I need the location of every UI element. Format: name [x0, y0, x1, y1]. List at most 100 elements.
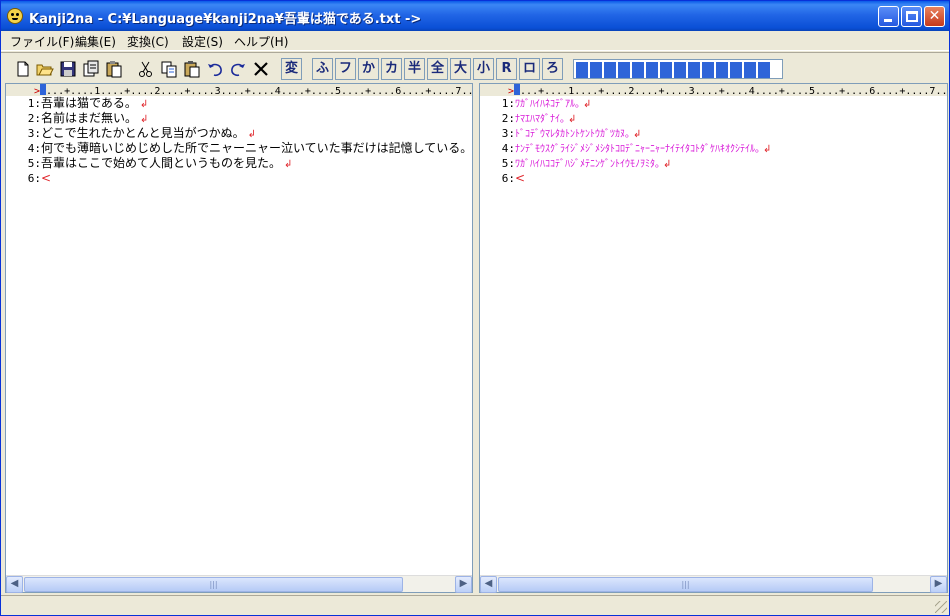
roman-hiragana-button[interactable]: ろ [542, 58, 563, 80]
scroll-right-button[interactable]: ▶ [455, 576, 472, 593]
undo-icon[interactable] [204, 58, 226, 80]
text-line[interactable]: 1:ﾜｶﾞﾊｲﾊﾈｺﾃﾞｱﾙ｡ ↲ [480, 96, 947, 111]
copy-file-icon[interactable] [80, 58, 102, 80]
menu-edit[interactable]: 編集(E) [75, 33, 116, 50]
progress-segment [660, 62, 672, 78]
app-window: Kanji2na - C:¥Language¥kanji2na¥吾輩は猫である.… [0, 0, 950, 616]
scroll-thumb[interactable]: ||| [24, 577, 403, 592]
toolbar: 変 ふ フ か カ 半 全 大 小 R ロ ろ [1, 52, 949, 82]
line-number: 4: [27, 142, 41, 155]
line-number: 6: [501, 172, 515, 185]
scroll-left-button[interactable]: ◀ [480, 576, 497, 593]
new-file-icon[interactable] [12, 58, 34, 80]
uppercase-button[interactable]: 大 [450, 58, 471, 80]
window-title: Kanji2na - C:¥Language¥kanji2na¥吾輩は猫である.… [29, 12, 422, 27]
title-bar[interactable]: Kanji2na - C:¥Language¥kanji2na¥吾輩は猫である.… [1, 1, 949, 31]
line-number: 3: [501, 127, 515, 140]
scroll-left-button[interactable]: ◀ [6, 576, 23, 593]
line-break-mark: ↲ [763, 144, 772, 155]
copy-icon[interactable] [158, 58, 180, 80]
text-line[interactable]: 5:ﾜｶﾞﾊｲﾊｺｺﾃﾞﾊｼﾞﾒﾃﾆﾝｹﾞﾝﾄｲｳﾓﾉｦﾐﾀ｡ ↲ [480, 156, 947, 171]
progress-segment [744, 62, 756, 78]
line-number: 1: [27, 97, 41, 110]
progress-segment [674, 62, 686, 78]
cut-icon[interactable] [135, 58, 157, 80]
minimize-button[interactable] [878, 6, 899, 27]
line-break-mark: ↲ [140, 114, 149, 125]
line-text: ﾜｶﾞﾊｲﾊﾈｺﾃﾞｱﾙ｡ [515, 99, 580, 110]
paste-file-icon[interactable] [103, 58, 125, 80]
app-smiley-icon[interactable] [7, 8, 23, 24]
text-line[interactable]: 3:どこで生れたかとんと見当がつかぬ。 ↲ [6, 126, 472, 141]
convert-button[interactable]: 変 [281, 58, 302, 80]
text-line[interactable]: 6:< [480, 171, 947, 186]
line-text: 名前はまだ無い。 [41, 111, 138, 125]
line-text: ﾅﾝﾃﾞﾓｳｽｸﾞﾗｲｼﾞﾒｼﾞﾒｼﾀﾄｺﾛﾃﾞﾆｬｰﾆｬｰﾅｲﾃｲﾀｺﾄﾀﾞｹ… [515, 144, 760, 155]
redo-icon[interactable] [227, 58, 249, 80]
text-line[interactable]: 1:吾輩は猫である。 ↲ [6, 96, 472, 111]
line-text: 吾輩はここで始めて人間というものを見た。 [41, 156, 282, 170]
delete-icon[interactable] [250, 58, 272, 80]
maximize-button[interactable] [901, 6, 922, 27]
text-line[interactable]: 2:ﾅﾏｴﾊﾏﾀﾞﾅｲ｡ ↲ [480, 111, 947, 126]
column-ruler: > ...+....1....+....2....+....3....+....4… [6, 84, 472, 96]
line-break-mark: ↲ [663, 159, 672, 170]
maximize-icon [906, 11, 918, 22]
line-text: ﾄﾞｺﾃﾞｳﾏﾚﾀｶﾄﾝﾄｹﾝﾄｳｶﾞﾂｶﾇ｡ [515, 129, 630, 140]
save-icon[interactable] [57, 58, 79, 80]
output-lines[interactable]: 1:ﾜｶﾞﾊｲﾊﾈｺﾃﾞｱﾙ｡ ↲ 2:ﾅﾏｴﾊﾏﾀﾞﾅｲ｡ ↲ 3:ﾄﾞｺﾃﾞｳﾏﾚﾀ… [480, 96, 947, 186]
hiragana-button[interactable]: ふ [312, 58, 333, 80]
line-break-mark: ↲ [633, 129, 642, 140]
source-lines[interactable]: 1:吾輩は猫である。 ↲ 2:名前はまだ無い。 ↲ 3:どこで生れたかとんと見当がつかぬ… [6, 96, 472, 186]
text-line[interactable]: 6:< [6, 171, 472, 186]
roman-katakana-button[interactable]: ロ [519, 58, 540, 80]
ruler-scale: ...+....1....+....2....+....3....+....4.… [46, 86, 472, 96]
romaji-button[interactable]: R [496, 58, 517, 80]
line-break-mark: ↲ [284, 159, 293, 170]
hiragana-small-button[interactable]: か [358, 58, 379, 80]
progress-segment [576, 62, 588, 78]
ruler-scale: ...+....1....+....2....+....3....+....4.… [520, 86, 947, 96]
line-number: 3: [27, 127, 41, 140]
line-text: ﾜｶﾞﾊｲﾊｺｺﾃﾞﾊｼﾞﾒﾃﾆﾝｹﾞﾝﾄｲｳﾓﾉｦﾐﾀ｡ [515, 159, 660, 170]
close-button[interactable]: ✕ [924, 6, 945, 27]
progress-segment [632, 62, 644, 78]
open-folder-icon[interactable] [34, 58, 56, 80]
progress-segment [716, 62, 728, 78]
progress-segment [758, 62, 770, 78]
katakana-button[interactable]: フ [335, 58, 356, 80]
menu-file[interactable]: ファイル(F) [10, 33, 74, 50]
progress-segment [590, 62, 602, 78]
text-line[interactable]: 4:何でも薄暗いじめじめした所でニャーニャー泣いていた事だけは記憶している。 [6, 141, 472, 156]
full-width-button[interactable]: 全 [427, 58, 448, 80]
end-of-file-mark: < [41, 171, 52, 185]
line-number: 2: [501, 112, 515, 125]
horizontal-scrollbar[interactable]: ◀ ||| ▶ [480, 575, 947, 593]
menu-settings[interactable]: 設定(S) [182, 33, 223, 50]
text-line[interactable]: 2:名前はまだ無い。 ↲ [6, 111, 472, 126]
progress-segment [688, 62, 700, 78]
half-width-button[interactable]: 半 [404, 58, 425, 80]
menu-help[interactable]: ヘルプ(H) [234, 33, 288, 50]
text-line[interactable]: 3:ﾄﾞｺﾃﾞｳﾏﾚﾀｶﾄﾝﾄｹﾝﾄｳｶﾞﾂｶﾇ｡ ↲ [480, 126, 947, 141]
status-bar [1, 595, 949, 615]
scroll-right-button[interactable]: ▶ [930, 576, 947, 593]
horizontal-scrollbar[interactable]: ◀ ||| ▶ [6, 575, 472, 593]
menu-convert[interactable]: 変換(C) [127, 33, 169, 50]
output-text-pane[interactable]: > ...+....1....+....2....+....3....+....4… [479, 83, 948, 593]
text-line[interactable]: 5:吾輩はここで始めて人間というものを見た。 ↲ [6, 156, 472, 171]
lowercase-button[interactable]: 小 [473, 58, 494, 80]
line-number: 5: [27, 157, 41, 170]
text-line[interactable]: 4:ﾅﾝﾃﾞﾓｳｽｸﾞﾗｲｼﾞﾒｼﾞﾒｼﾀﾄｺﾛﾃﾞﾆｬｰﾆｬｰﾅｲﾃｲﾀｺﾄﾀ… [480, 141, 947, 156]
conversion-progress-bar [573, 59, 783, 79]
katakana-small-button[interactable]: カ [381, 58, 402, 80]
line-number: 1: [501, 97, 515, 110]
progress-segment [730, 62, 742, 78]
line-break-mark: ↲ [568, 114, 577, 125]
paste-icon[interactable] [181, 58, 203, 80]
scroll-thumb[interactable]: ||| [498, 577, 873, 592]
resize-grip-icon[interactable] [935, 601, 947, 613]
line-number: 5: [501, 157, 515, 170]
line-number: 2: [27, 112, 41, 125]
source-text-pane[interactable]: > ...+....1....+....2....+....3....+....4… [5, 83, 473, 593]
